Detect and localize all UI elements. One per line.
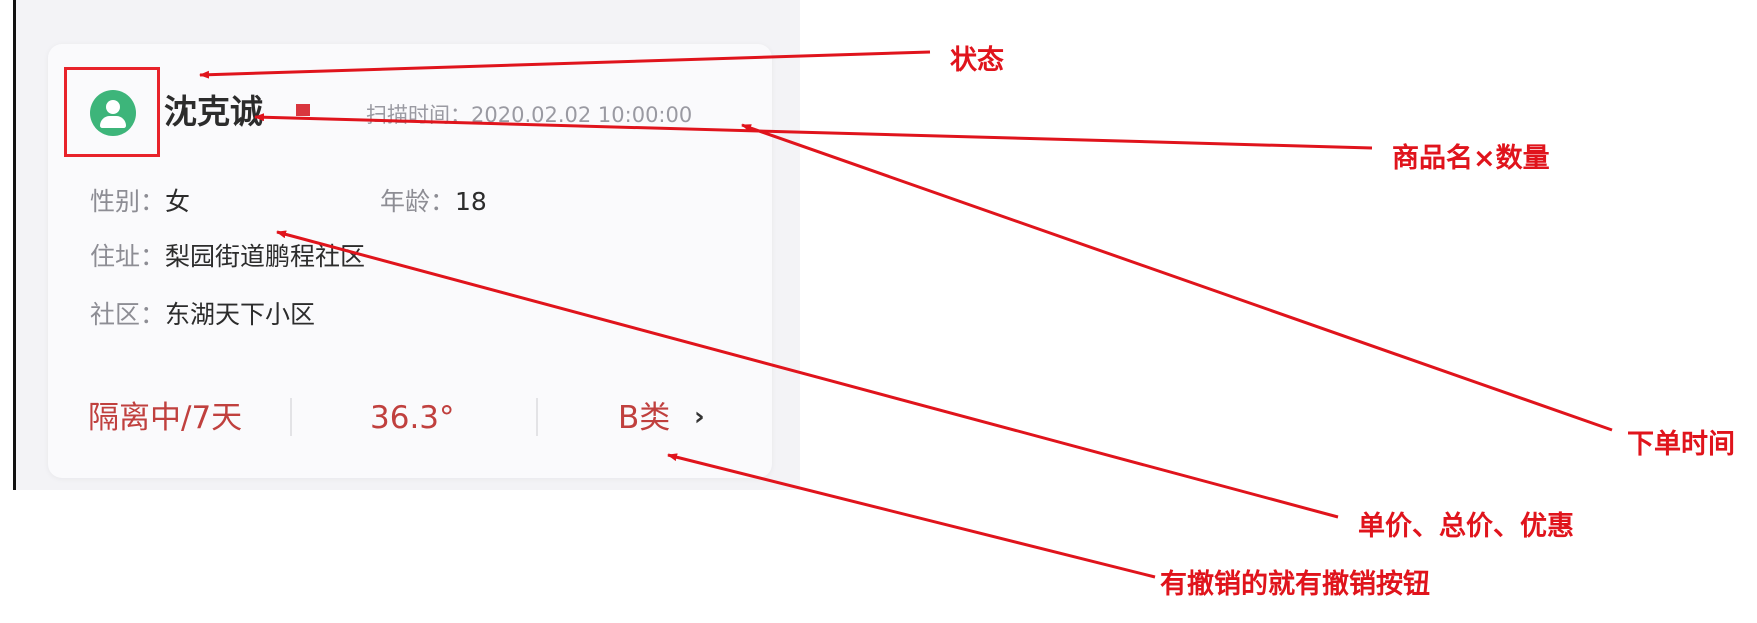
arrow-status — [199, 50, 931, 79]
annotation-product-qty: 商品名×数量 — [1392, 143, 1550, 174]
arrow-price — [276, 230, 1339, 519]
arrow-product-qty — [254, 113, 1373, 150]
annotation-price: 单价、总价、优惠 — [1358, 511, 1574, 542]
arrow-cancel — [667, 453, 1156, 579]
annotation-order-time: 下单时间 — [1627, 429, 1735, 460]
annotation-cancel: 有撤销的就有撤销按钮 — [1160, 569, 1430, 600]
annotation-status: 状态 — [950, 45, 1004, 76]
